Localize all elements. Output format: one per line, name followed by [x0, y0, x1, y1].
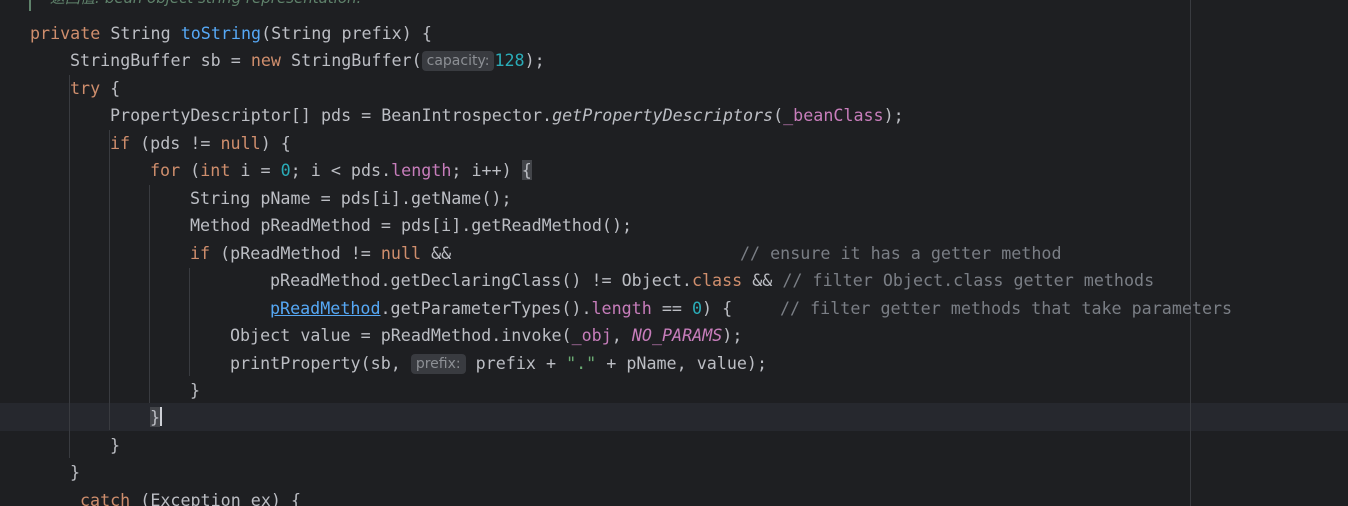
- code-text: (Exception ex) {: [130, 490, 302, 506]
- code-line-11[interactable]: pReadMethod.getParameterTypes().length =…: [270, 294, 732, 322]
- keyword: for: [150, 160, 181, 180]
- number-literal: 0: [280, 160, 291, 180]
- field-reference: length: [591, 298, 652, 318]
- keyword: class: [691, 270, 743, 290]
- method-declaration: toString: [180, 23, 262, 43]
- code-text: &&: [421, 243, 452, 263]
- variable-link[interactable]: pReadMethod: [270, 298, 381, 318]
- code-text: ,: [611, 325, 632, 345]
- doc-comment-text: 返回值: bean object string representation.: [50, 0, 361, 12]
- code-line-5[interactable]: if (pds != null) {: [110, 129, 291, 157]
- code-line-2[interactable]: StringBuffer sb = new StringBuffer(capac…: [70, 46, 545, 74]
- right-margin-guide: [1190, 0, 1191, 506]
- code-text: }: [190, 380, 201, 400]
- code-line-6[interactable]: for (int i = 0; i < pds.length; i++) {: [150, 156, 532, 184]
- code-text: (: [180, 160, 201, 180]
- code-text: + pName, value);: [596, 353, 768, 373]
- code-line-4[interactable]: PropertyDescriptor[] pds = BeanIntrospec…: [110, 101, 904, 129]
- parameter-hint: capacity:: [421, 51, 495, 71]
- code-text: );: [883, 105, 904, 125]
- doc-comment-bar: [29, 0, 31, 11]
- string-literal: ".": [566, 353, 597, 373]
- code-text: pReadMethod.getDeclaringClass() != Objec…: [270, 270, 692, 290]
- code-text: (pds !=: [130, 133, 221, 153]
- code-text: (String prefix) {: [261, 23, 432, 43]
- code-editor[interactable]: 返回值: bean object string representation. …: [0, 0, 1348, 506]
- static-method-call: getPropertyDescriptors: [552, 105, 774, 125]
- code-line-17[interactable]: }: [70, 458, 80, 486]
- code-text: );: [722, 325, 743, 345]
- code-text: String: [100, 23, 181, 43]
- code-text: Method pReadMethod = pds[i].getReadMetho…: [190, 215, 633, 235]
- keyword: int: [200, 160, 231, 180]
- field-reference: length: [391, 160, 452, 180]
- code-line-8[interactable]: Method pReadMethod = pds[i].getReadMetho…: [190, 211, 632, 239]
- keyword: if: [190, 243, 211, 263]
- code-line-3[interactable]: try {: [70, 74, 120, 102]
- code-line-14[interactable]: }: [190, 376, 200, 404]
- code-text: ) {: [260, 133, 291, 153]
- indent-guide: [109, 130, 110, 430]
- code-text: ; i++): [451, 160, 522, 180]
- text-caret: [160, 407, 163, 426]
- code-line-9[interactable]: if (pReadMethod != null &&: [190, 239, 451, 267]
- code-line-7[interactable]: String pName = pds[i].getName();: [190, 184, 512, 212]
- code-text: ==: [651, 298, 692, 318]
- keyword: null: [220, 133, 261, 153]
- code-text: (: [773, 105, 784, 125]
- field-reference: _beanClass: [783, 105, 884, 125]
- code-text: }: [110, 435, 121, 455]
- code-text: StringBuffer(: [280, 50, 422, 70]
- constant-reference: NO_PARAMS: [631, 325, 723, 345]
- code-line-16[interactable]: }: [110, 431, 120, 459]
- code-comment: // ensure it has a getter method: [740, 243, 1062, 263]
- code-text: i =: [230, 160, 281, 180]
- number-literal: 0: [691, 298, 703, 318]
- keyword: null: [380, 243, 422, 263]
- code-text: StringBuffer sb =: [70, 50, 251, 70]
- keyword: new: [250, 50, 281, 70]
- code-text: PropertyDescriptor[] pds = BeanIntrospec…: [110, 105, 553, 125]
- code-text: ; i < pds.: [290, 160, 392, 180]
- code-text: (pReadMethod !=: [210, 243, 381, 263]
- matched-brace: }: [150, 407, 161, 427]
- matched-brace: {: [521, 160, 532, 180]
- code-line-13[interactable]: printProperty(sb, prefix: prefix + "." +…: [230, 349, 767, 377]
- code-text: printProperty(sb,: [230, 353, 411, 373]
- code-comment: // filter getter methods that take param…: [780, 298, 1233, 318]
- indent-guide: [189, 268, 190, 376]
- code-text: .getParameterTypes().: [380, 298, 592, 318]
- keyword: try: [70, 78, 101, 98]
- current-line-highlight: [0, 403, 1348, 431]
- code-text: }: [70, 462, 81, 482]
- keyword: private: [30, 23, 101, 43]
- keyword: if: [110, 133, 131, 153]
- indent-guide: [69, 75, 70, 458]
- parameter-hint: prefix:: [410, 354, 466, 374]
- code-text: Object value = pReadMethod.invoke(: [230, 325, 572, 345]
- number-literal: 128: [494, 50, 525, 70]
- code-text: String pName = pds[i].getName();: [190, 188, 512, 208]
- code-line-1[interactable]: private String toString(String prefix) {: [30, 19, 432, 47]
- code-line-10[interactable]: pReadMethod.getDeclaringClass() != Objec…: [270, 266, 1154, 294]
- keyword: catch: [80, 490, 131, 506]
- indent-guide: [149, 185, 150, 403]
- code-text: );: [524, 50, 545, 70]
- code-text: {: [100, 78, 121, 98]
- code-text: &&: [742, 270, 783, 290]
- code-text: prefix +: [465, 353, 567, 373]
- code-line-15[interactable]: }: [150, 403, 163, 431]
- code-line-18[interactable]: catch (Exception ex) {: [80, 486, 301, 506]
- code-text: ) {: [702, 298, 733, 318]
- code-line-12[interactable]: Object value = pReadMethod.invoke(_obj, …: [230, 321, 742, 349]
- field-reference: _obj: [571, 325, 612, 345]
- code-comment: // filter Object.class getter methods: [782, 270, 1155, 290]
